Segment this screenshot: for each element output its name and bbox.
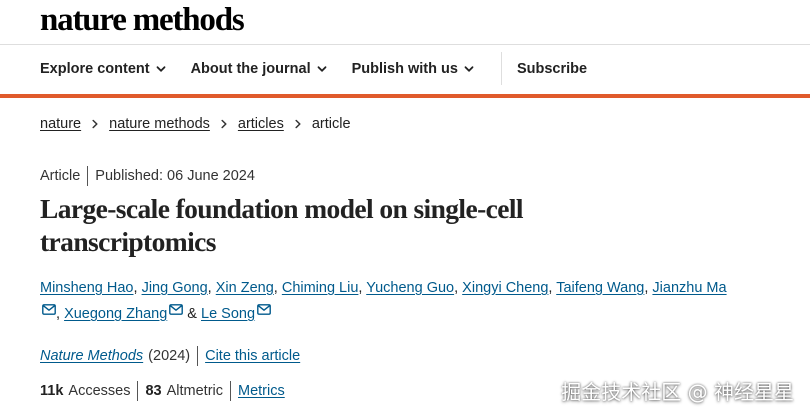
- author-link[interactable]: Jianzhu Ma: [652, 280, 726, 296]
- main-nav: Explore content About the journal Publis…: [40, 52, 611, 85]
- nav-item-label: About the journal: [190, 60, 311, 77]
- chevron-right-icon: [92, 119, 98, 129]
- author-list: Minsheng Hao, Jing Gong, Xin Zeng, Chimi…: [40, 275, 730, 327]
- author-link[interactable]: Chiming Liu: [282, 280, 359, 296]
- publication-year: (2024): [148, 348, 191, 364]
- journal-link[interactable]: Nature Methods: [40, 348, 143, 364]
- author-separator: ,: [207, 280, 216, 296]
- nav-publish-with-us[interactable]: Publish with us: [352, 61, 475, 77]
- author-link[interactable]: Le Song: [201, 306, 255, 322]
- nav-item-label: Explore content: [40, 60, 150, 77]
- author-link[interactable]: Minsheng Hao: [40, 280, 134, 296]
- breadcrumb-nature[interactable]: nature: [40, 116, 81, 132]
- author-link[interactable]: Taifeng Wang: [556, 280, 644, 296]
- citation-line: Nature Methods (2024) Cite this article: [40, 346, 300, 366]
- subscribe-label: Subscribe: [516, 60, 588, 77]
- article-meta: Article Published: 06 June 2024: [40, 166, 255, 186]
- breadcrumb-current: article: [311, 116, 351, 132]
- nav-about-the-journal[interactable]: About the journal: [191, 61, 328, 77]
- author-separator: ,: [454, 280, 463, 296]
- metrics-divider: [137, 381, 139, 401]
- mail-icon[interactable]: [169, 304, 184, 315]
- author-link[interactable]: Yucheng Guo: [366, 280, 454, 296]
- chevron-right-icon: [295, 119, 301, 129]
- journal-logo[interactable]: nature methods: [40, 3, 245, 37]
- author-separator: &: [183, 306, 201, 322]
- accesses-count: 11k: [40, 383, 64, 399]
- author-link[interactable]: Xuegong Zhang: [64, 306, 167, 322]
- accesses-label: Accesses: [68, 383, 131, 399]
- breadcrumb: nature nature methods articles article: [40, 116, 351, 132]
- watermark: 掘金技术社区 @ 神经星星: [561, 380, 794, 404]
- breadcrumb-articles[interactable]: articles: [238, 116, 284, 132]
- article-type: Article: [40, 168, 81, 184]
- chevron-down-icon: [464, 65, 474, 72]
- author-link[interactable]: Jing Gong: [142, 280, 208, 296]
- article-metrics: 11k Accesses 83 Altmetric Metrics: [40, 381, 285, 401]
- altmetric-label: Altmetric: [166, 383, 224, 399]
- altmetric-count: 83: [145, 383, 162, 399]
- header-divider: [0, 44, 810, 45]
- author-separator: ,: [133, 280, 142, 296]
- chevron-down-icon: [317, 65, 326, 72]
- mail-icon[interactable]: [42, 304, 56, 315]
- author-separator: ,: [56, 306, 65, 322]
- article-title: Large-scale foundation model on single-c…: [40, 193, 524, 257]
- chevron-down-icon: [156, 65, 165, 72]
- nav-item-label: Publish with us: [351, 60, 458, 77]
- chevron-right-icon: [221, 119, 227, 129]
- author-separator: ,: [273, 280, 282, 296]
- author-link[interactable]: Xin Zeng: [216, 280, 274, 296]
- metrics-link[interactable]: Metrics: [238, 383, 285, 399]
- cite-this-article-link[interactable]: Cite this article: [205, 348, 300, 364]
- author-link[interactable]: Xingyi Cheng: [462, 280, 548, 296]
- mail-icon[interactable]: [257, 304, 271, 315]
- metrics-divider: [230, 381, 232, 401]
- logo-bar: nature methods: [40, 0, 245, 44]
- meta-divider: [87, 166, 89, 186]
- published-date: Published: 06 June 2024: [95, 168, 255, 184]
- nav-explore-content[interactable]: Explore content: [40, 61, 167, 77]
- accent-bar: [0, 94, 810, 98]
- breadcrumb-nature-methods[interactable]: nature methods: [109, 116, 210, 132]
- nav-divider: [500, 52, 502, 85]
- citation-divider: [197, 346, 199, 366]
- subscribe-link[interactable]: Subscribe: [517, 61, 587, 77]
